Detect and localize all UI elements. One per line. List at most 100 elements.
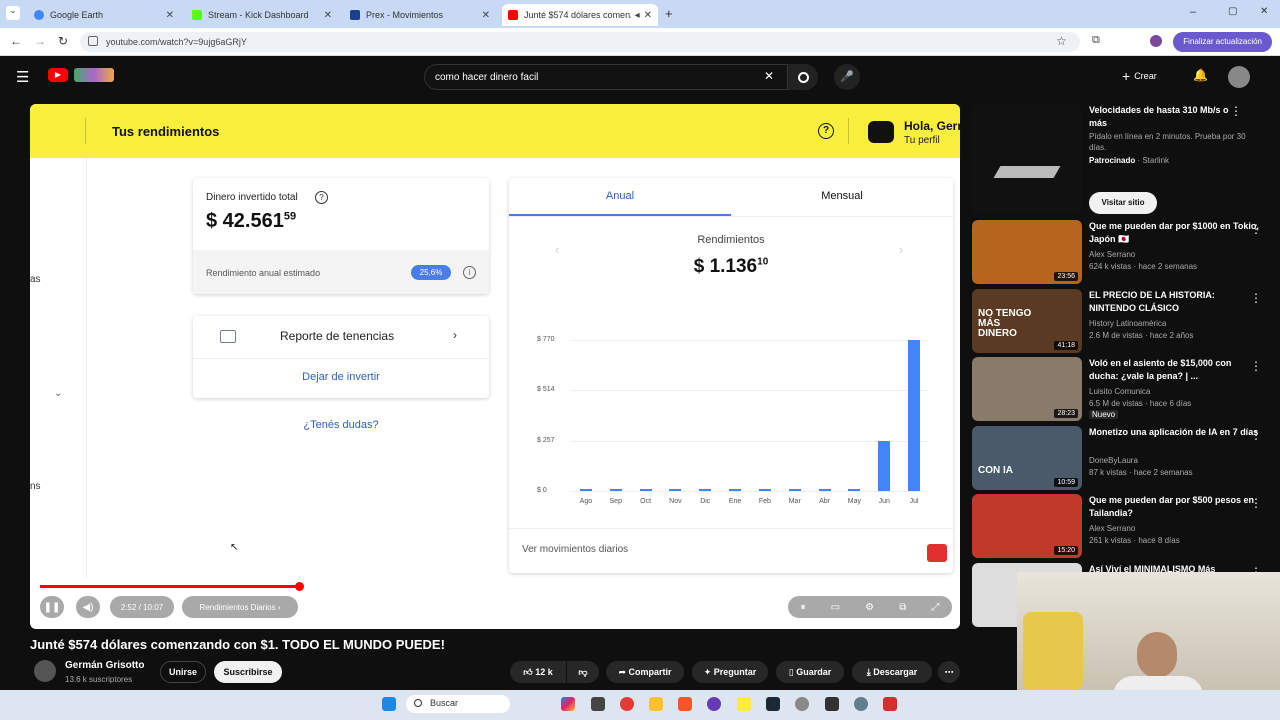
chart-bar[interactable] xyxy=(579,489,592,491)
profile-icon[interactable] xyxy=(1150,35,1162,47)
chart-bar[interactable] xyxy=(848,489,861,491)
app-icon[interactable] xyxy=(707,697,721,711)
chart-bar[interactable] xyxy=(609,489,622,491)
close-tab-icon[interactable]: ✕ xyxy=(324,10,332,21)
maximize-icon[interactable]: ▢ xyxy=(1228,6,1237,17)
tab-annual[interactable]: Anual xyxy=(509,190,731,202)
video-thumbnail[interactable]: NO TENGO MÁS DINERO 41:18 xyxy=(972,289,1082,353)
tab-youtube[interactable]: Junté $574 dólares comenz ◂ ✕ xyxy=(502,4,658,26)
help-icon[interactable]: ? xyxy=(818,123,834,139)
video-title[interactable]: Voló en el asiento de $15,000 con ducha:… xyxy=(1089,357,1259,383)
video-title[interactable]: Que me pueden dar por $1000 en Tokio, Ja… xyxy=(1089,220,1259,246)
video-thumbnail[interactable]: 15:20 xyxy=(972,494,1082,558)
recommended-video[interactable]: 15:20 Que me pueden dar por $500 pesos en… xyxy=(972,494,1272,558)
folder-icon[interactable] xyxy=(649,697,663,711)
app-icon[interactable] xyxy=(825,697,839,711)
chart-bar[interactable] xyxy=(639,489,652,491)
extensions-icon[interactable]: ⧉ xyxy=(1092,34,1100,47)
site-info-icon[interactable] xyxy=(88,36,98,46)
channel-name[interactable]: Luisito Comunica xyxy=(1089,387,1150,396)
steam-icon[interactable] xyxy=(766,697,780,711)
info-icon[interactable]: i xyxy=(463,266,476,279)
ad-thumbnail[interactable] xyxy=(972,104,1082,214)
video-player[interactable]: Tus rendimientos ? Hola, Germ Tu perfil … xyxy=(30,104,960,629)
copilot-icon[interactable] xyxy=(561,697,575,711)
bookmark-star-icon[interactable]: ☆ xyxy=(1056,34,1067,48)
pause-button[interactable]: ❚❚ xyxy=(40,596,64,618)
avatar[interactable] xyxy=(1228,66,1250,88)
close-tab-icon[interactable]: ✕ xyxy=(644,10,652,21)
fullscreen-icon[interactable]: ⤢ xyxy=(931,602,939,613)
progress-scrubber[interactable] xyxy=(295,582,304,591)
channel-name[interactable]: DoneByLaura xyxy=(1089,456,1138,465)
chart-bar[interactable] xyxy=(818,489,831,491)
windows-start-icon[interactable] xyxy=(382,697,396,711)
video-thumbnail[interactable]: CON IA 10:59 xyxy=(972,426,1082,490)
chart-bar[interactable] xyxy=(878,440,891,491)
autoplay-toggle[interactable]: ⏸ xyxy=(801,602,806,613)
recommended-video[interactable]: CON IA 10:59 Monetizo una aplicación de IA… xyxy=(972,426,1272,490)
app-icon[interactable] xyxy=(795,697,809,711)
close-tab-icon[interactable]: ✕ xyxy=(482,10,490,21)
reload-icon[interactable]: ↻ xyxy=(58,34,68,48)
profile-link[interactable]: Tu perfil xyxy=(904,135,940,146)
more-actions-button[interactable]: ⋯ xyxy=(938,661,960,683)
more-icon[interactable]: ⋮ xyxy=(1250,222,1262,236)
search-input[interactable]: como hacer dinero facil xyxy=(424,64,788,90)
close-tab-icon[interactable]: ✕ xyxy=(166,10,174,21)
ad-more-icon[interactable]: ⋮ xyxy=(1230,104,1242,118)
url-field[interactable]: youtube.com/watch?v=9ujg6aGRjY xyxy=(80,32,1080,52)
recommended-video[interactable]: NO TENGO MÁS DINERO 41:18 EL PRECIO DE LA … xyxy=(972,289,1272,353)
miniplayer-icon[interactable]: ⧉ xyxy=(899,602,906,613)
video-thumbnail[interactable]: 28:23 xyxy=(972,357,1082,421)
like-button[interactable]: 👍︎ 12 k xyxy=(510,661,566,683)
progress-bar[interactable] xyxy=(40,582,952,591)
chart-bar[interactable] xyxy=(699,489,712,491)
video-title[interactable]: EL PRECIO DE LA HISTORIA: NINTENDO CLÁSI… xyxy=(1089,289,1259,315)
forward-icon[interactable]: → xyxy=(34,34,46,48)
more-icon[interactable]: ⋮ xyxy=(1250,291,1262,305)
close-window-icon[interactable]: ✕ xyxy=(1260,6,1268,17)
chart-bar[interactable] xyxy=(729,489,742,491)
channel-name[interactable]: Alex Serrano xyxy=(1089,250,1135,259)
minimize-icon[interactable]: – xyxy=(1190,6,1196,18)
channel-name[interactable]: History Latinoamérica xyxy=(1089,319,1166,328)
menu-icon[interactable]: ☰ xyxy=(16,68,29,86)
recommended-video[interactable]: 23:56 Que me pueden dar por $1000 en Toki… xyxy=(972,220,1272,284)
tab-kick-dashboard[interactable]: Stream - Kick Dashboard ✕ xyxy=(186,4,338,26)
chart-bar[interactable] xyxy=(669,489,682,491)
profile-avatar[interactable] xyxy=(868,121,894,143)
channel-name[interactable]: Alex Serrano xyxy=(1089,524,1135,533)
more-icon[interactable]: ⋮ xyxy=(1250,359,1262,373)
chevron-down-icon[interactable]: ⌄ xyxy=(54,388,62,399)
tab-search-button[interactable]: ⌄ xyxy=(6,6,20,20)
join-button[interactable]: Unirse xyxy=(160,661,206,683)
help-icon[interactable]: ? xyxy=(315,191,328,204)
clear-search-icon[interactable]: ✕ xyxy=(764,69,774,83)
back-icon[interactable]: ← xyxy=(10,34,22,48)
chart-bar[interactable] xyxy=(908,340,921,491)
youtube-logo[interactable]: ▶ xyxy=(48,68,68,82)
new-tab-button[interactable]: + xyxy=(665,6,673,21)
recommended-video[interactable]: 28:23 Voló en el asiento de $15,000 con d… xyxy=(972,357,1272,421)
ad-title[interactable]: Velocidades de hasta 310 Mb/s o más xyxy=(1089,104,1249,130)
video-title[interactable]: Monetizo una aplicación de IA en 7 días xyxy=(1089,426,1259,439)
dislike-button[interactable]: 👎︎ xyxy=(567,661,599,683)
video-thumbnail[interactable]: 23:56 xyxy=(972,220,1082,284)
taskbar-search[interactable]: Buscar xyxy=(406,695,510,713)
channel-name[interactable]: Germán Grisotto xyxy=(65,660,144,671)
share-button[interactable]: ➦ Compartir xyxy=(606,661,684,683)
save-button[interactable]: ▯ Guardar xyxy=(776,661,844,683)
volume-button[interactable]: ◀) xyxy=(76,596,100,618)
notifications-bell-icon[interactable]: 🔔 xyxy=(1193,68,1208,82)
chapter-button[interactable]: Rendimientos Diarios › xyxy=(182,596,298,618)
brave-icon[interactable] xyxy=(678,697,692,711)
subscribe-button[interactable]: Suscribirse xyxy=(214,661,282,683)
doubts-link[interactable]: ¿Tenés dudas? xyxy=(193,419,489,431)
settings-gear-icon[interactable] xyxy=(854,697,868,711)
chevron-right-icon[interactable]: › xyxy=(453,328,457,342)
app-icon[interactable] xyxy=(883,697,897,711)
chrome-icon[interactable] xyxy=(620,697,634,711)
channel-avatar[interactable] xyxy=(34,660,56,682)
app-icon[interactable] xyxy=(591,697,605,711)
